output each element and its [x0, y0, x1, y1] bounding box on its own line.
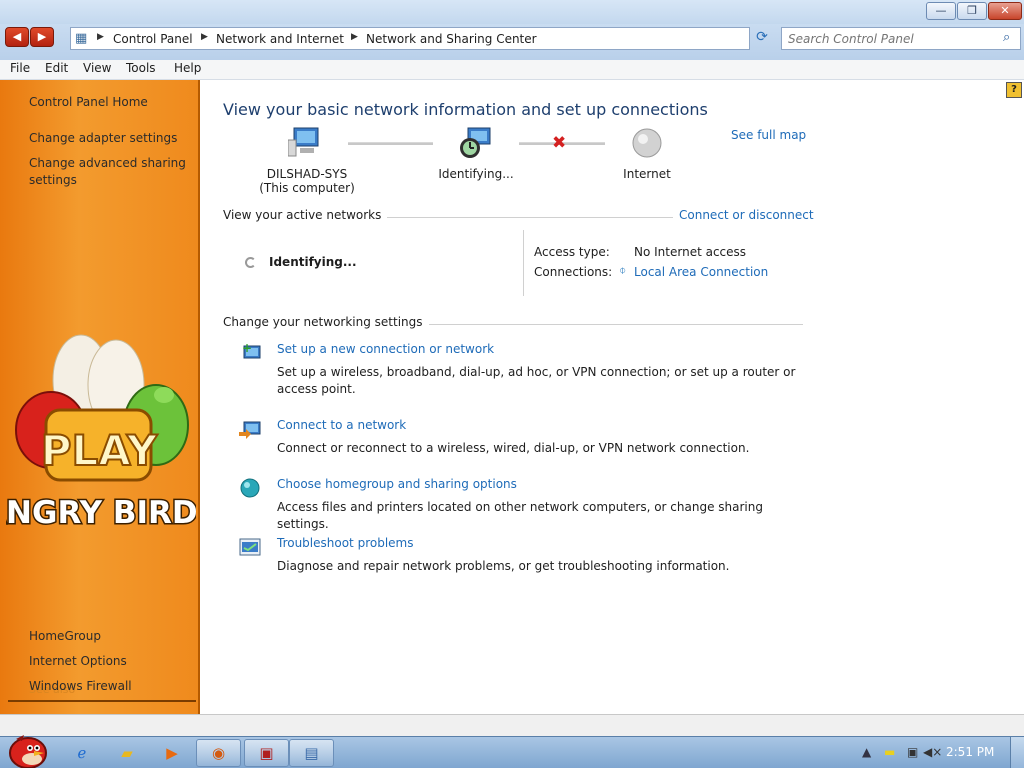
maximize-button[interactable]: ❐	[957, 2, 987, 20]
breadcrumb-control-panel[interactable]: Control Panel	[113, 32, 193, 46]
sidebar-item-windows-firewall[interactable]: Windows Firewall	[29, 678, 132, 695]
homegroup-icon	[240, 478, 260, 498]
access-type-value: No Internet access	[634, 245, 747, 259]
sidebar-item-control-panel-home[interactable]: Control Panel Home	[29, 94, 148, 111]
breadcrumb-network-sharing-center[interactable]: Network and Sharing Center	[366, 32, 537, 46]
see-full-map-link[interactable]: See full map	[731, 128, 806, 142]
search-icon[interactable]: ⌕	[1003, 30, 1010, 45]
breadcrumb-separator-icon[interactable]: ▶	[97, 32, 104, 42]
sidebar-item-change-adapter-settings[interactable]: Change adapter settings	[29, 130, 177, 147]
help-icon[interactable]: ?	[1006, 82, 1022, 98]
navigation-bar: ◀ ▶ ▦ ▶ Control Panel ▶ Network and Inte…	[0, 24, 1024, 60]
breadcrumb-separator-icon[interactable]: ▶	[201, 32, 208, 42]
start-button-angry-bird-icon[interactable]	[6, 731, 48, 768]
connection-line	[348, 142, 433, 145]
network-identifying-icon[interactable]	[458, 126, 494, 160]
menu-tools[interactable]: Tools	[126, 61, 156, 75]
clock[interactable]: 2:51 PM	[946, 745, 994, 759]
refresh-icon[interactable]: ⟳	[752, 27, 772, 47]
media-player-icon[interactable]: ▶	[160, 741, 184, 765]
divider	[523, 230, 524, 296]
connections-label: Connections:	[534, 265, 613, 279]
control-panel-icon: ▦	[75, 31, 88, 46]
show-hidden-icons-icon[interactable]: ▲	[862, 745, 871, 759]
close-button[interactable]: ✕	[988, 2, 1022, 20]
node-computer-name: DILSHAD-SYS	[266, 167, 348, 181]
show-desktop-button[interactable]	[1010, 737, 1024, 768]
address-bar[interactable]: ▦ ▶ Control Panel ▶ Network and Internet…	[70, 27, 813, 50]
page-title: View your basic network information and …	[223, 100, 708, 119]
computer-icon[interactable]	[288, 126, 322, 158]
menu-edit[interactable]: Edit	[45, 61, 68, 75]
change-settings-heading: Change your networking settings	[223, 315, 429, 329]
connect-network-desc: Connect or reconnect to a wireless, wire…	[277, 441, 750, 455]
internet-globe-icon[interactable]	[631, 127, 663, 159]
minimize-button[interactable]: —	[926, 2, 956, 20]
volume-muted-icon[interactable]: ◀×	[923, 745, 942, 759]
taskbar-firefox[interactable]: ◉	[196, 739, 241, 767]
art-title-text: ANGRY BIRDS	[6, 495, 196, 531]
sidebar: Control Panel Home Change adapter settin…	[0, 80, 200, 714]
search-input[interactable]	[788, 31, 988, 47]
active-network-name: Identifying...	[269, 255, 357, 269]
svg-text:+: +	[242, 342, 252, 355]
flag-icon[interactable]: ▬	[884, 745, 895, 759]
homegroup-link[interactable]: Choose homegroup and sharing options	[277, 477, 517, 491]
node-this-computer: DILSHAD-SYS (This computer)	[252, 167, 362, 195]
troubleshoot-link[interactable]: Troubleshoot problems	[277, 536, 413, 550]
connect-network-icon	[239, 421, 261, 439]
taskbar: ℯ ▰ ▶ ◉ ▣ ▤ ▲ ▬ ▣ ◀× 2:51 PM	[0, 735, 1024, 768]
folder-icon[interactable]: ▰	[115, 741, 139, 765]
active-networks-heading: View your active networks	[223, 208, 388, 222]
connect-network-link[interactable]: Connect to a network	[277, 418, 406, 432]
setup-connection-desc: Set up a wireless, broadband, dial-up, a…	[277, 365, 796, 396]
menu-file[interactable]: File	[10, 61, 30, 75]
status-bar	[0, 714, 1024, 736]
network-tray-icon[interactable]: ▣	[907, 745, 918, 759]
node-internet-label: Internet	[623, 167, 671, 181]
menu-help[interactable]: Help	[174, 61, 201, 75]
title-bar: — ❐ ✕	[0, 0, 1024, 24]
breadcrumb-separator-icon[interactable]: ▶	[351, 32, 358, 42]
taskbar-network-window[interactable]: ▤	[289, 739, 334, 767]
internet-explorer-icon[interactable]: ℯ	[70, 741, 94, 765]
troubleshoot-icon	[239, 538, 261, 556]
setup-connection-link[interactable]: Set up a new connection or network	[277, 342, 494, 356]
node-network-label: Identifying...	[438, 167, 514, 181]
new-connection-icon: +	[242, 342, 261, 359]
search-box[interactable]: ⌕	[781, 27, 1021, 50]
homegroup-desc: Access files and printers located on oth…	[277, 500, 763, 531]
menu-view[interactable]: View	[83, 61, 111, 75]
local-area-connection-link[interactable]: Local Area Connection	[634, 265, 768, 279]
troubleshoot-desc: Diagnose and repair network problems, or…	[277, 559, 730, 573]
forward-button[interactable]: ▶	[30, 27, 54, 47]
spinner-icon	[245, 257, 256, 268]
art-play-text: PLAY	[41, 426, 158, 475]
back-button[interactable]: ◀	[5, 27, 29, 47]
angry-birds-art: PLAY ANGRY BIRDS	[6, 334, 196, 533]
main-content: View your basic network information and …	[202, 80, 1024, 714]
sidebar-item-internet-options[interactable]: Internet Options	[29, 653, 127, 670]
taskbar-app-red[interactable]: ▣	[244, 739, 289, 767]
sidebar-item-change-advanced-sharing[interactable]: Change advanced sharing settings	[29, 155, 194, 189]
sidebar-item-homegroup[interactable]: HomeGroup	[29, 628, 101, 645]
divider	[8, 700, 196, 702]
ethernet-icon: ⌽	[619, 263, 627, 277]
breadcrumb-network-and-internet[interactable]: Network and Internet	[216, 32, 344, 46]
connect-disconnect-link[interactable]: Connect or disconnect	[673, 208, 814, 222]
access-type-label: Access type:	[534, 245, 610, 259]
no-connection-x-icon: ✖	[552, 133, 567, 153]
node-computer-sub: (This computer)	[259, 181, 355, 195]
menu-bar: File Edit View Tools Help	[0, 60, 1024, 80]
